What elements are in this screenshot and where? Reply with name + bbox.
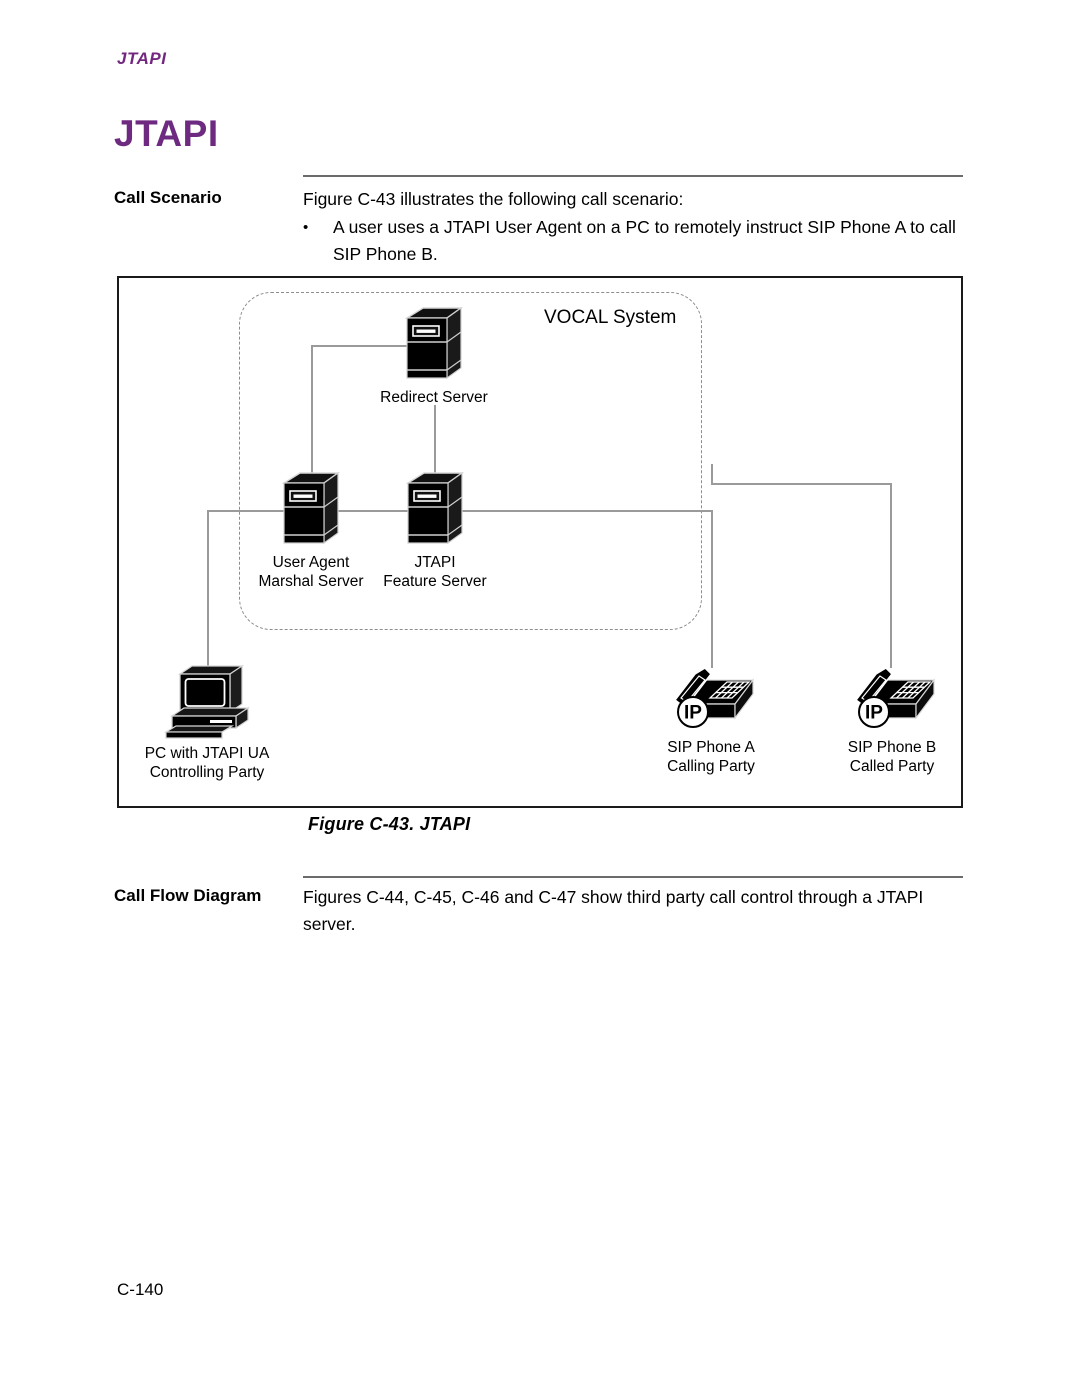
ip-badge-text: IP <box>865 703 883 724</box>
section-label-call-scenario: Call Scenario <box>114 188 222 207</box>
node-pc-jtapi-ua: PC with JTAPI UA Controlling Party <box>137 660 277 782</box>
node-caption-sip-phone-b: SIP Phone B Called Party <box>847 739 937 775</box>
server-tower-icon <box>404 306 464 380</box>
ip-phone-icon: IP <box>854 666 936 728</box>
network-diagram: VOCAL System Redirect Server User Agent … <box>119 278 965 810</box>
wire-bus-riser <box>711 464 713 484</box>
call-scenario-bullet-list: • A user uses a JTAPI User Agent on a PC… <box>303 214 971 268</box>
list-item-text: A user uses a JTAPI User Agent on a PC t… <box>333 217 956 264</box>
wire-bus-to-sip-phone-b-horizontal <box>711 483 891 485</box>
section-divider-middle <box>303 876 963 878</box>
figure-caption: Figure C-43. JTAPI <box>308 814 471 834</box>
list-item: • A user uses a JTAPI User Agent on a PC… <box>303 214 971 268</box>
node-sip-phone-a: IP SIP Phone A Calling Party <box>651 660 771 776</box>
node-caption-jtapi-feature-server: JTAPI Feature Server <box>383 554 487 590</box>
node-caption-pc-jtapi-ua: PC with JTAPI UA Controlling Party <box>144 745 270 781</box>
node-jtapi-feature-server: JTAPI Feature Server <box>375 471 495 591</box>
wire-bus-to-sip-phone-a <box>711 510 713 668</box>
node-caption-redirect-server: Redirect Server <box>380 389 488 406</box>
figure-container: VOCAL System Redirect Server User Agent … <box>117 276 963 808</box>
bullet-point-icon: • <box>303 219 309 236</box>
page-number: C-140 <box>117 1280 164 1299</box>
ip-phone-icon: IP <box>673 666 755 728</box>
vocal-system-label: VOCAL System <box>544 307 677 328</box>
node-user-agent-marshal-server: User Agent Marshal Server <box>251 471 371 591</box>
section-label-call-flow: Call Flow Diagram <box>114 886 262 905</box>
server-tower-icon <box>405 471 465 545</box>
ip-badge-text: IP <box>684 703 702 724</box>
server-tower-icon <box>281 471 341 545</box>
desktop-computer-icon <box>163 664 251 739</box>
section-divider-top <box>303 175 963 177</box>
call-flow-text: Figures C-44, C-45, C-46 and C-47 show t… <box>303 887 924 934</box>
wire-bus-to-pc <box>207 510 209 668</box>
node-redirect-server: Redirect Server <box>374 306 494 407</box>
wire-redirect-to-marshal-vertical <box>311 345 313 473</box>
page-title: JTAPI <box>114 113 219 154</box>
running-head: JTAPI <box>117 49 167 68</box>
wire-bus-to-sip-phone-b-vertical <box>890 483 892 668</box>
node-caption-sip-phone-a: SIP Phone A Calling Party <box>667 739 755 775</box>
node-sip-phone-b: IP SIP Phone B Called Party <box>832 660 952 776</box>
call-scenario-intro: Figure C-43 illustrates the following ca… <box>303 189 684 209</box>
node-caption-user-agent-marshal-server: User Agent Marshal Server <box>258 554 364 590</box>
